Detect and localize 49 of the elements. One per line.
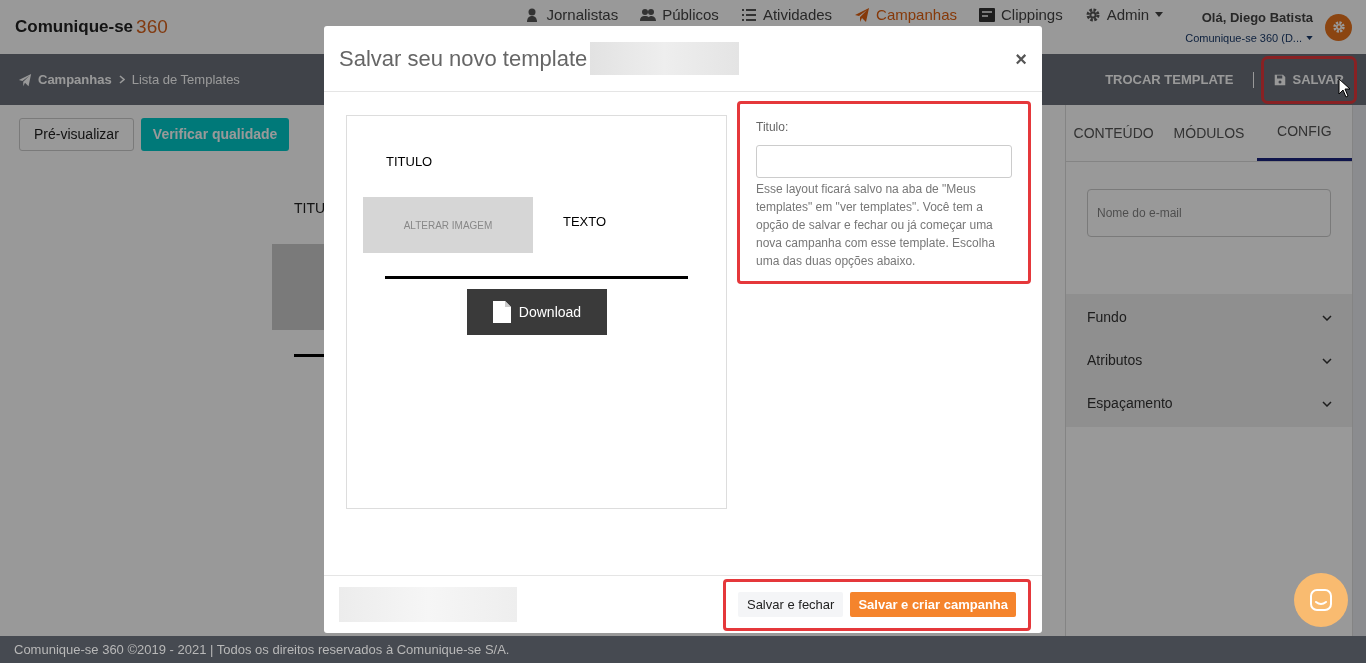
template-title: TITU [294,199,326,218]
help-text: Esse layout ficará salvo na aba de "Meus templates" em "ver templates". Você tem a opção de salvar e fechar ou já começar uma nova campanha com esse template. Escolha uma das duas opções abaixo. [756,181,996,270]
caret-icon [1306,36,1313,41]
paper-plane-icon [18,72,32,87]
screen-icon [979,6,995,23]
accordion-header[interactable]: Fundo [1066,296,1352,339]
template-text: TEXTO [563,213,607,231]
toolbar-button[interactable]: TROCAR TEMPLATE [1095,58,1244,101]
breadcrumb-link[interactable]: Campanhas [38,69,112,90]
paper-plane-icon [854,6,871,23]
document-icon [492,301,511,323]
panel-tab[interactable]: CONTEÚDO [1066,105,1162,161]
logo-number: 360 [136,14,168,39]
nav-link[interactable]: Campanhas [854,6,957,23]
account-dropdown[interactable]: Comunique-se 360 (D... [1185,30,1313,47]
chat-icon [1309,588,1333,612]
settings-button[interactable] [1325,13,1352,41]
accordion-header[interactable]: Atributos [1066,339,1352,382]
email-name-field[interactable]: Nome do e-mail [1087,189,1331,237]
gear-icon [1084,6,1101,23]
logo[interactable]: Comunique-se 360 [15,12,168,42]
modal-title: Salvar seu novo template [339,45,588,73]
chevron-down-icon [1322,357,1332,364]
user-greeting: Olá, Diego Batista [1201,8,1313,27]
breadcrumb-link[interactable]: Lista de Templates [131,69,240,90]
nav-link[interactable]: Admin [1084,6,1164,23]
download-button[interactable]: Download [467,289,607,335]
logo-text: Comunique-se [15,16,134,39]
save-close-button[interactable]: Salvar e fechar [737,592,844,617]
preview-button[interactable]: Pré-visualizar [19,118,134,151]
nav-link[interactable]: Jornalistas [524,6,619,23]
chevron-down-icon [1322,400,1332,407]
footer-text: Comunique-se 360 ©2019 - 2021 | Todos os direitos reservados à Comunique-se S/A. [0,636,1366,663]
field-label: Titulo: [756,119,790,136]
nav-link[interactable]: Atividades [740,6,833,23]
close-button[interactable]: × [1015,48,1027,69]
toolbar-button[interactable]: SALVAR [1264,58,1354,101]
nav-link[interactable]: Públicos [640,6,719,23]
title-field[interactable] [756,145,1012,178]
nav-link[interactable]: Clippings [979,6,1063,23]
accordion-header[interactable]: Espaçamento [1066,382,1352,425]
people-icon [640,6,657,23]
template-title: TITULO [386,153,433,171]
settings-icon [1331,20,1346,34]
chevron-down-icon [1322,314,1332,321]
panel-tab[interactable]: MÓDULOS [1161,105,1257,161]
chevron-right-icon [118,75,125,84]
caret-icon [1155,12,1164,17]
list-icon [740,6,757,23]
